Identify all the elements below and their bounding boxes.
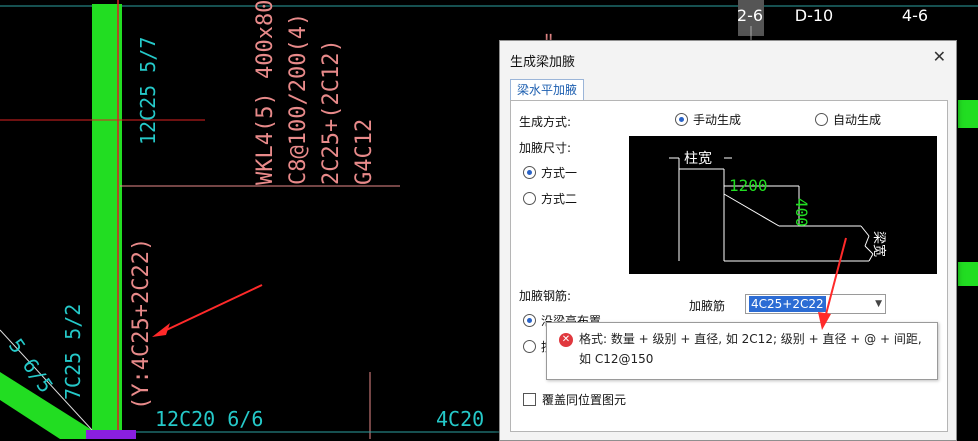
close-icon[interactable]: ✕ (933, 47, 946, 66)
annotation-arrow-left (159, 284, 263, 334)
dialog-title: 生成梁加腋 (510, 55, 576, 70)
cad-text-haunch-bars: (Y:4C25+2C22) (129, 238, 154, 410)
radio-dot (523, 314, 536, 327)
preview-beam-width: 梁宽 (871, 231, 887, 257)
haunch-preview: 柱宽 1200 400 梁宽 (629, 136, 937, 274)
chevron-down-icon[interactable]: ▼ (875, 295, 882, 313)
gen-mode-label: 生成方式: (519, 115, 572, 129)
grid-label-2-6: 2-6 (736, 6, 764, 25)
radio-dot (523, 340, 536, 353)
overwrite-checkbox[interactable]: 覆盖同位置图元 (523, 391, 626, 408)
radio-dot (815, 113, 828, 126)
cad-text-12c25: 12C25 5/7 (136, 37, 160, 145)
radio-auto[interactable]: 自动生成 (815, 111, 881, 128)
rebar-label: 加腋钢筋: (519, 289, 572, 303)
size-label: 加腋尺寸: (519, 141, 572, 155)
tab-horizontal-haunch[interactable]: 梁水平加腋 (510, 79, 585, 101)
cad-text-7c25: 7C25 5/2 (61, 304, 85, 400)
radio-label: 手动生成 (693, 113, 742, 127)
preview-dim-v: 400 (792, 198, 811, 227)
rebar-combo[interactable]: 4C25+2C22 ▼ (745, 294, 886, 314)
format-error-tooltip: ✕ 格式: 数量 + 级别 + 直径, 如 2C12; 级别 + 直径 + @ … (546, 322, 938, 380)
preview-dim-h: 1200 (729, 176, 768, 195)
settings-panel: 生成方式: 手动生成 自动生成 加腋尺寸: 方式一 方式二 柱宽 1200 40… (510, 100, 948, 432)
cad-text-12c20: 12C20 6/6 (155, 407, 263, 431)
rebar-field-label: 加腋筋 (689, 299, 726, 313)
radio-dot (523, 192, 536, 205)
grid-label-d-10: D-10 (794, 6, 834, 25)
generate-haunch-dialog: 生成梁加腋 ✕ 梁水平加腋 生成方式: 手动生成 自动生成 加腋尺寸: 方式一 … (499, 40, 957, 441)
rebar-input[interactable]: 4C25+2C22 (749, 296, 826, 312)
cad-text-side-bars: G4C12 (352, 119, 377, 185)
checkbox-box[interactable] (523, 393, 536, 406)
purple-block (86, 430, 136, 439)
radio-dot (675, 113, 688, 126)
overwrite-label: 覆盖同位置图元 (542, 393, 627, 407)
preview-col-width: 柱宽 (684, 150, 712, 167)
cad-text-top-bars: 2C25+(2C12) (319, 39, 344, 185)
radio-mode-2[interactable]: 方式二 (523, 190, 577, 207)
radio-label: 方式一 (541, 166, 578, 180)
cad-text-4c20: 4C20 (436, 407, 484, 431)
radio-label: 方式二 (541, 192, 578, 206)
cad-text-wkl: WKL4(5) 400x800 (253, 0, 278, 185)
cad-text-stirrup: C8@100/200(4) (286, 13, 311, 185)
radio-manual[interactable]: 手动生成 (675, 111, 741, 128)
grid-label-4-6: 4-6 (901, 6, 929, 25)
error-icon: ✕ (559, 333, 573, 347)
radio-label: 自动生成 (833, 113, 882, 127)
error-text: 格式: 数量 + 级别 + 直径, 如 2C12; 级别 + 直径 + @ + … (579, 332, 922, 366)
radio-mode-1[interactable]: 方式一 (523, 164, 577, 181)
radio-dot (523, 166, 536, 179)
